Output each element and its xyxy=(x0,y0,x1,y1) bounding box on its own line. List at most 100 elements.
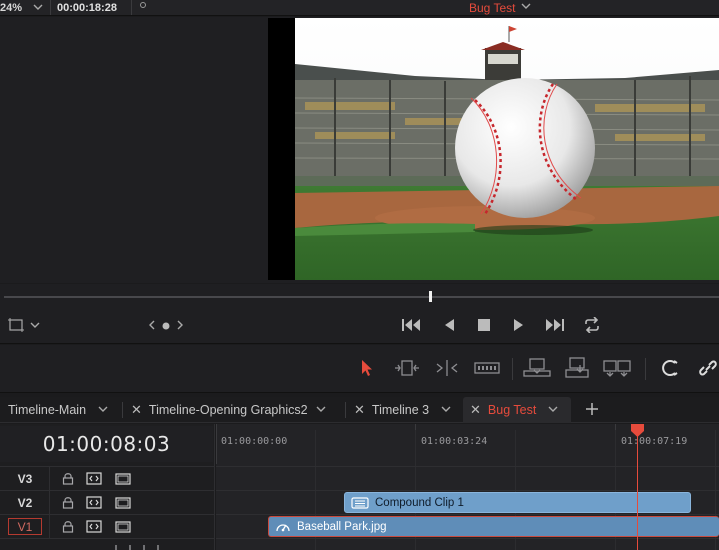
chevron-down-icon[interactable] xyxy=(316,404,326,417)
track-name[interactable]: V1 xyxy=(8,518,42,535)
snapping-toggle[interactable] xyxy=(656,356,684,382)
source-timecode: 00:00:18:28 xyxy=(50,0,132,15)
blade-edit-button[interactable] xyxy=(473,356,501,382)
first-frame-button[interactable] xyxy=(401,317,421,335)
chevron-down-icon[interactable] xyxy=(548,404,558,417)
plus-icon xyxy=(585,400,599,421)
tab-divider xyxy=(122,402,123,418)
timeline-playhead-line[interactable] xyxy=(637,434,638,550)
disable-track-icon[interactable] xyxy=(143,545,159,550)
tab-divider xyxy=(345,402,346,418)
clip-compound-clip-1[interactable]: Compound Clip 1 xyxy=(344,492,691,513)
auto-select-icon[interactable] xyxy=(86,471,102,486)
track-name: V2 xyxy=(17,495,33,510)
clip-baseball-park[interactable]: Baseball Park.jpg xyxy=(268,516,719,537)
tab-label: Timeline 3 xyxy=(371,403,430,417)
stop-icon xyxy=(478,318,490,334)
tab-bug-test[interactable]: ✕ Bug Test xyxy=(463,397,571,423)
close-tab-icon[interactable]: ✕ xyxy=(131,402,142,418)
clip-label: Baseball Park.jpg xyxy=(297,520,387,533)
chevron-down-icon[interactable] xyxy=(441,404,451,417)
auto-select-icon[interactable] xyxy=(86,519,102,534)
scrubber-track[interactable] xyxy=(4,296,719,298)
tab-label: Timeline-Opening Graphics2 xyxy=(148,403,308,417)
track-lane-v3[interactable] xyxy=(216,466,719,489)
close-tab-icon[interactable]: ✕ xyxy=(354,402,365,418)
timeline-playhead-handle[interactable] xyxy=(631,424,644,437)
last-frame-icon xyxy=(545,318,565,335)
scrubber-playhead[interactable] xyxy=(429,291,432,302)
viewer-image[interactable] xyxy=(295,18,719,280)
blade-edit-icon xyxy=(474,360,500,379)
dynamic-trim-button[interactable] xyxy=(433,356,461,382)
selection-mode-button[interactable] xyxy=(353,356,381,382)
track-divider xyxy=(49,515,50,538)
tab-timeline-main[interactable]: Timeline-Main xyxy=(8,397,108,423)
ruler-label: 01:00:00:00 xyxy=(221,436,288,447)
lock-icon[interactable] xyxy=(60,471,76,486)
linked-selection-toggle[interactable] xyxy=(694,356,719,382)
compound-clip-icon xyxy=(351,496,369,509)
lock-icon[interactable] xyxy=(60,519,76,534)
first-frame-icon xyxy=(401,318,421,335)
jog-dot-icon xyxy=(162,319,170,333)
trim-edit-button[interactable] xyxy=(393,356,421,382)
replace-clip-button[interactable] xyxy=(603,356,631,382)
toolbar-divider xyxy=(645,358,646,380)
zoom-dropdown[interactable]: 24% xyxy=(0,0,50,15)
track-name: V3 xyxy=(17,471,33,486)
close-tab-icon[interactable]: ✕ xyxy=(470,402,481,418)
lock-icon[interactable] xyxy=(60,495,76,510)
add-timeline-tab-button[interactable] xyxy=(582,397,602,423)
stop-button[interactable] xyxy=(474,317,494,335)
timeline-timecode[interactable]: 01:00:08:03 xyxy=(0,426,213,462)
zoom-value: 24% xyxy=(0,1,23,14)
track-header-lower[interactable] xyxy=(0,538,215,550)
viewer-scrubber[interactable] xyxy=(0,284,719,308)
loop-button[interactable] xyxy=(582,315,602,336)
clip-label: Compound Clip 1 xyxy=(375,496,464,509)
options-dot-icon[interactable] xyxy=(140,2,146,8)
disable-track-icon[interactable] xyxy=(115,519,131,534)
jog-control[interactable] xyxy=(145,317,187,335)
tab-label: Bug Test xyxy=(487,403,537,417)
track-lane-lower[interactable] xyxy=(216,538,719,550)
track-divider xyxy=(49,491,50,514)
chevron-down-icon xyxy=(33,0,43,17)
replace-clip-icon xyxy=(602,357,632,382)
play-button[interactable] xyxy=(509,317,529,335)
speed-change-icon xyxy=(275,520,291,534)
track-header-v3[interactable]: V3 xyxy=(0,466,215,490)
overwrite-clip-icon xyxy=(564,356,590,382)
selection-arrow-icon xyxy=(360,359,374,380)
loop-icon xyxy=(583,315,601,336)
tab-timeline-3[interactable]: ✕ Timeline 3 xyxy=(354,397,451,423)
track-header-v2[interactable]: V2 xyxy=(0,490,215,514)
dynamic-trim-icon xyxy=(433,359,461,380)
transport-controls xyxy=(0,308,719,344)
reverse-play-icon xyxy=(443,318,455,335)
ruler-label: 01:00:07:19 xyxy=(621,436,688,447)
chevron-down-icon xyxy=(521,0,531,16)
chevron-down-icon[interactable] xyxy=(98,404,108,417)
disable-track-icon[interactable] xyxy=(115,545,131,550)
insert-clip-icon xyxy=(523,357,551,382)
overwrite-clip-button[interactable] xyxy=(563,356,591,382)
chevron-down-icon xyxy=(30,319,40,333)
auto-select-icon[interactable] xyxy=(86,495,102,510)
timeline-title: Bug Test xyxy=(469,0,516,15)
track-header-v1[interactable]: V1 xyxy=(0,514,215,538)
tab-timeline-opening-graphics2[interactable]: ✕ Timeline-Opening Graphics2 xyxy=(131,397,326,423)
timeline-selector[interactable]: Bug Test xyxy=(469,0,531,15)
disable-track-icon[interactable] xyxy=(115,471,131,486)
crop-frame-icon xyxy=(8,317,24,335)
track-divider xyxy=(49,467,50,490)
last-frame-button[interactable] xyxy=(545,317,565,335)
snapping-icon xyxy=(660,358,680,381)
reverse-play-button[interactable] xyxy=(439,317,459,335)
viewer-mode-dropdown[interactable] xyxy=(6,317,42,335)
toolbar-divider xyxy=(512,358,513,380)
disable-track-icon[interactable] xyxy=(115,495,131,510)
insert-clip-button[interactable] xyxy=(523,356,551,382)
chevron-right-icon xyxy=(176,319,184,333)
